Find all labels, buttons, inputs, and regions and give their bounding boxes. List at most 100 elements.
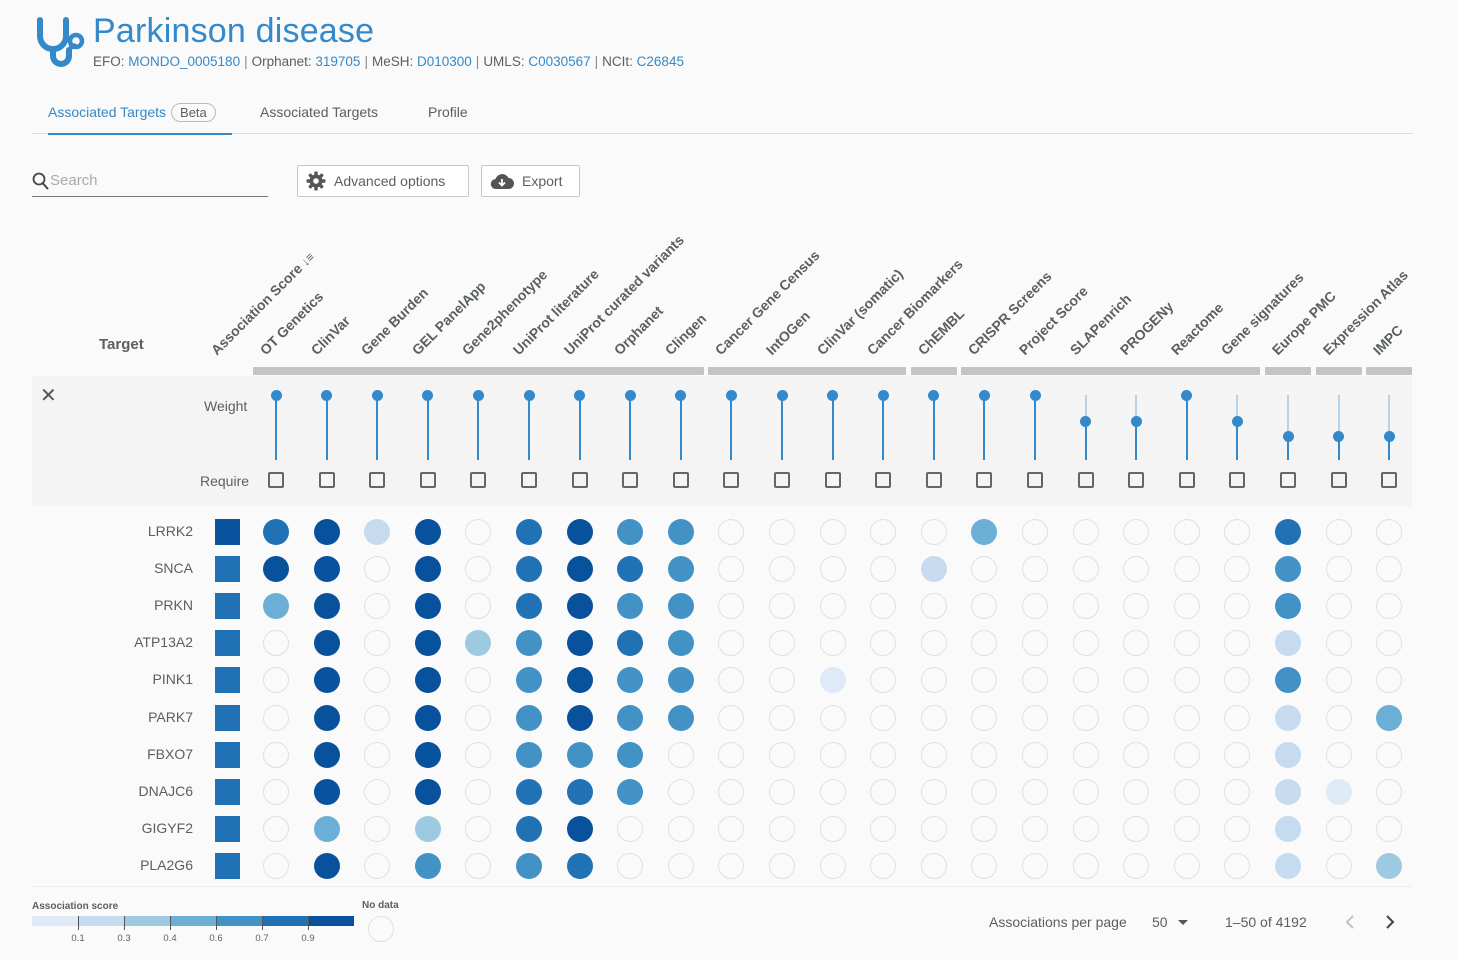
datasource-score-cell[interactable]	[1123, 741, 1150, 768]
xref-link[interactable]: C0030567	[528, 54, 590, 69]
datasource-score-cell[interactable]	[920, 778, 947, 805]
datasource-score-cell[interactable]	[1022, 852, 1048, 879]
datasource-score-cell[interactable]	[313, 815, 340, 842]
datasource-score-cell[interactable]	[617, 593, 644, 620]
weight-slider-handle[interactable]	[1181, 389, 1193, 401]
datasource-score-cell[interactable]	[971, 778, 998, 805]
weight-slider-fill[interactable]	[730, 395, 733, 460]
association-score-cell[interactable]	[215, 778, 240, 805]
datasource-score-cell[interactable]	[414, 519, 441, 545]
datasource-score-cell[interactable]	[1072, 741, 1099, 768]
weight-slider-fill[interactable]	[528, 395, 530, 460]
datasource-score-cell[interactable]	[516, 593, 542, 620]
datasource-score-cell[interactable]	[364, 593, 391, 620]
datasource-score-cell[interactable]	[667, 519, 694, 545]
datasource-score-cell[interactable]	[718, 556, 745, 583]
weight-slider-fill[interactable]	[1034, 395, 1036, 460]
require-checkbox[interactable]	[824, 472, 841, 488]
datasource-score-cell[interactable]	[1072, 852, 1099, 879]
datasource-score-cell[interactable]	[1376, 852, 1403, 879]
datasource-score-cell[interactable]	[263, 704, 289, 731]
datasource-score-cell[interactable]	[718, 593, 745, 620]
association-score-cell[interactable]	[215, 593, 240, 620]
require-checkbox[interactable]	[672, 472, 689, 488]
datasource-score-cell[interactable]	[465, 815, 492, 842]
datasource-score-cell[interactable]	[667, 667, 694, 694]
target-name[interactable]: PARK7	[93, 709, 193, 725]
previous-page-button[interactable]	[1338, 910, 1362, 934]
weight-slider-fill[interactable]	[1185, 395, 1188, 460]
datasource-score-cell[interactable]	[667, 630, 694, 657]
require-checkbox[interactable]	[470, 472, 487, 488]
datasource-score-cell[interactable]	[1022, 556, 1048, 583]
datasource-score-cell[interactable]	[1275, 852, 1301, 879]
close-icon[interactable]: ✕	[40, 386, 57, 406]
datasource-score-cell[interactable]	[364, 815, 391, 842]
datasource-score-cell[interactable]	[920, 519, 947, 545]
datasource-score-cell[interactable]	[1022, 667, 1048, 694]
datasource-score-cell[interactable]	[819, 667, 846, 694]
require-checkbox[interactable]	[622, 472, 639, 488]
datasource-score-cell[interactable]	[465, 667, 492, 694]
datasource-score-cell[interactable]	[617, 778, 644, 805]
datasource-score-cell[interactable]	[1022, 519, 1048, 545]
datasource-score-cell[interactable]	[971, 630, 998, 657]
require-checkbox[interactable]	[774, 472, 790, 488]
datasource-score-cell[interactable]	[870, 704, 897, 731]
require-checkbox[interactable]	[925, 472, 942, 488]
datasource-score-cell[interactable]	[1376, 667, 1403, 694]
weight-slider-fill[interactable]	[781, 395, 783, 460]
datasource-score-cell[interactable]	[667, 556, 694, 583]
require-checkbox[interactable]	[1330, 472, 1347, 488]
datasource-score-cell[interactable]	[465, 852, 492, 879]
datasource-score-cell[interactable]	[263, 778, 289, 805]
datasource-score-cell[interactable]	[667, 815, 694, 842]
datasource-score-cell[interactable]	[718, 778, 745, 805]
datasource-score-cell[interactable]	[971, 593, 998, 620]
datasource-score-cell[interactable]	[1022, 741, 1048, 768]
association-score-cell[interactable]	[215, 519, 240, 545]
datasource-score-cell[interactable]	[617, 815, 644, 842]
datasource-score-cell[interactable]	[1072, 630, 1099, 657]
datasource-score-cell[interactable]	[1224, 556, 1251, 583]
datasource-score-cell[interactable]	[1022, 778, 1048, 805]
datasource-score-cell[interactable]	[769, 667, 795, 694]
weight-slider-fill[interactable]	[932, 395, 935, 460]
datasource-score-cell[interactable]	[819, 630, 846, 657]
datasource-score-cell[interactable]	[1325, 630, 1352, 657]
datasource-score-cell[interactable]	[414, 741, 441, 768]
datasource-score-cell[interactable]	[566, 593, 593, 620]
datasource-score-cell[interactable]	[516, 556, 542, 583]
datasource-score-cell[interactable]	[465, 630, 492, 657]
datasource-score-cell[interactable]	[1325, 778, 1352, 805]
datasource-score-cell[interactable]	[971, 519, 998, 545]
target-name[interactable]: FBXO7	[93, 746, 193, 762]
datasource-score-cell[interactable]	[566, 556, 593, 583]
datasource-score-cell[interactable]	[1123, 704, 1150, 731]
datasource-score-cell[interactable]	[920, 704, 947, 731]
datasource-score-cell[interactable]	[1123, 519, 1150, 545]
xref-link[interactable]: D010300	[417, 54, 472, 69]
weight-slider-handle[interactable]	[1130, 415, 1142, 427]
tab-associated-targets-beta[interactable]: Associated Targets Beta	[48, 90, 232, 135]
xref-link[interactable]: C26845	[637, 54, 684, 69]
datasource-score-cell[interactable]	[870, 593, 897, 620]
datasource-score-cell[interactable]	[718, 815, 745, 842]
datasource-score-cell[interactable]	[1224, 778, 1251, 805]
column-header[interactable]: Gene signatures	[1218, 269, 1307, 358]
datasource-score-cell[interactable]	[1376, 815, 1403, 842]
datasource-score-cell[interactable]	[263, 519, 289, 545]
weight-slider-fill[interactable]	[882, 395, 885, 460]
datasource-score-cell[interactable]	[1173, 630, 1200, 657]
datasource-score-cell[interactable]	[920, 815, 947, 842]
datasource-score-cell[interactable]	[414, 667, 441, 694]
datasource-score-cell[interactable]	[819, 815, 846, 842]
datasource-score-cell[interactable]	[1275, 778, 1301, 805]
datasource-score-cell[interactable]	[313, 704, 340, 731]
datasource-score-cell[interactable]	[313, 778, 340, 805]
datasource-score-cell[interactable]	[465, 519, 492, 545]
datasource-score-cell[interactable]	[263, 593, 289, 620]
datasource-score-cell[interactable]	[769, 778, 795, 805]
column-header[interactable]: Expression Atlas	[1319, 267, 1410, 358]
require-checkbox[interactable]	[318, 472, 335, 488]
